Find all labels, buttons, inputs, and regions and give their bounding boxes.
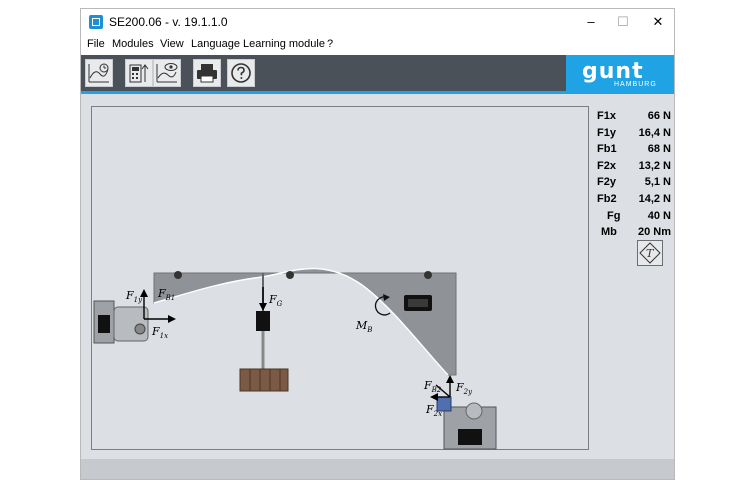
maximize-button[interactable]: ☐	[606, 9, 640, 35]
app-window: SE200.06 - v. 19.1.1.0 – ☐ ✕ File Module…	[80, 8, 675, 480]
bolt	[424, 271, 432, 279]
f2y-arrowhead	[446, 375, 454, 383]
curved-beam-plate	[153, 267, 457, 376]
readout-f2y: F2y 5,1 N	[597, 176, 671, 189]
simulation-canvas: F1y FB1 F1x FG MB FB2 F2y F2x	[91, 106, 589, 450]
transform-button[interactable]: T	[637, 240, 663, 266]
force-readout-panel: F1x 66 N F1y 16,4 N Fb1 68 N F2x 13,2 N F2y 5…	[597, 110, 673, 243]
window-title: SE200.06 - v. 19.1.1.0	[109, 15, 228, 29]
right-clamp	[436, 396, 452, 412]
f2x-arrowhead	[430, 393, 438, 401]
bolt	[174, 271, 182, 279]
logo-subtext: HAMBURG	[614, 81, 657, 88]
menu-file[interactable]: File	[87, 38, 105, 50]
help-icon[interactable]	[227, 59, 255, 87]
readout-fg: Fg 40 N	[607, 209, 671, 222]
menu-language[interactable]: Language	[191, 38, 240, 50]
status-bar	[81, 459, 674, 479]
t-arrows-icon: T	[639, 242, 661, 264]
left-bearing	[113, 306, 149, 342]
label-fg: FG	[268, 293, 283, 308]
label-f1y: F1y	[125, 289, 143, 304]
printer-icon[interactable]	[193, 59, 221, 87]
chart-clock-icon[interactable]	[85, 59, 113, 87]
menu-help[interactable]: ?	[327, 38, 333, 50]
right-force-sensor	[458, 429, 482, 445]
menu-modules[interactable]: Modules	[112, 38, 154, 50]
readout-f2x: F2x 13,2 N	[597, 159, 671, 172]
main-area: F1y FB1 F1x FG MB FB2 F2y F2x F1x 66 N F1…	[81, 94, 674, 460]
left-force-sensor	[98, 315, 110, 333]
menu-bar: File Modules View Language Learning modu…	[81, 35, 674, 55]
svg-text:T: T	[646, 247, 655, 260]
weight-force-sensor	[256, 311, 270, 331]
close-button[interactable]: ✕	[641, 9, 674, 35]
fg-arrowhead	[259, 303, 267, 311]
label-f2y: F2y	[455, 381, 473, 396]
readout-f1y: F1y 16,4 N	[597, 126, 671, 139]
menu-learning-module[interactable]: Learning module	[243, 38, 325, 50]
label-mb: MB	[355, 319, 372, 334]
measurement-data-icon[interactable]	[125, 59, 153, 87]
app-icon	[89, 15, 103, 29]
gunt-logo: gunt HAMBURG	[566, 55, 674, 91]
beam-diagram: F1y FB1 F1x FG MB FB2 F2y F2x	[93, 267, 497, 450]
readout-fb2: Fb2 14,2 N	[597, 192, 671, 205]
chart-eye-icon[interactable]	[153, 59, 181, 87]
bolt	[286, 271, 294, 279]
menu-view[interactable]: View	[160, 38, 184, 50]
weights	[239, 368, 289, 392]
f1x-arrowhead	[168, 315, 176, 323]
minimize-button[interactable]: –	[574, 9, 608, 35]
readout-fb1: Fb1 68 N	[597, 143, 671, 156]
label-fb2: FB2	[423, 379, 442, 394]
left-bearing-pin	[134, 323, 146, 335]
label-f1x: F1x	[151, 325, 168, 340]
right-bearing	[465, 402, 483, 420]
title-bar: SE200.06 - v. 19.1.1.0 – ☐ ✕	[81, 9, 674, 35]
readout-f1x: F1x 66 N	[597, 110, 671, 122]
moment-sensor-display	[408, 299, 428, 307]
